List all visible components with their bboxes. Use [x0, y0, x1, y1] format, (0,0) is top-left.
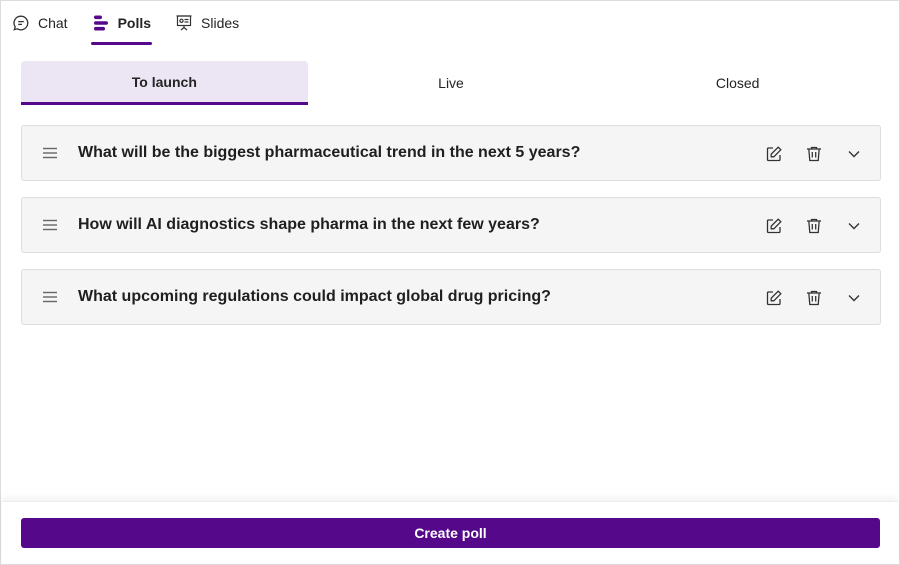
- tab-slides[interactable]: Slides: [174, 1, 240, 45]
- slides-icon: [175, 14, 193, 32]
- polls-panel: Chat Polls Slides To launch Live Closed …: [0, 0, 900, 565]
- chevron-down-icon[interactable]: [842, 286, 866, 310]
- poll-actions: [746, 198, 866, 254]
- trash-icon[interactable]: [802, 142, 826, 166]
- drag-handle-icon[interactable]: [40, 287, 60, 307]
- poll-question: How will AI diagnostics shape pharma in …: [78, 216, 540, 233]
- poll-list: What will be the biggest pharmaceutical …: [21, 125, 881, 341]
- tab-polls[interactable]: Polls: [90, 1, 153, 45]
- tab-chat-label: Chat: [38, 15, 68, 31]
- edit-icon[interactable]: [762, 286, 786, 310]
- poll-actions: [746, 126, 866, 182]
- chat-bubble-icon: [12, 14, 30, 32]
- chevron-down-icon[interactable]: [842, 142, 866, 166]
- trash-icon[interactable]: [802, 286, 826, 310]
- top-tabs: Chat Polls Slides: [11, 1, 262, 45]
- poll-actions: [746, 270, 866, 326]
- drag-handle-icon[interactable]: [40, 215, 60, 235]
- tab-to-launch[interactable]: To launch: [21, 61, 308, 105]
- poll-question: What will be the biggest pharmaceutical …: [78, 144, 581, 161]
- polls-icon: [92, 14, 110, 32]
- poll-item: How will AI diagnostics shape pharma in …: [21, 197, 881, 253]
- footer: Create poll: [2, 501, 898, 563]
- drag-handle-icon[interactable]: [40, 143, 60, 163]
- tab-chat[interactable]: Chat: [11, 1, 69, 45]
- poll-state-tabs: To launch Live Closed: [21, 61, 881, 105]
- poll-item: What upcoming regulations could impact g…: [21, 269, 881, 325]
- tab-slides-label: Slides: [201, 15, 240, 31]
- create-poll-button[interactable]: Create poll: [21, 518, 880, 548]
- chevron-down-icon[interactable]: [842, 214, 866, 238]
- poll-question: What upcoming regulations could impact g…: [78, 288, 551, 305]
- poll-item: What will be the biggest pharmaceutical …: [21, 125, 881, 181]
- edit-icon[interactable]: [762, 142, 786, 166]
- tab-live[interactable]: Live: [308, 61, 595, 105]
- trash-icon[interactable]: [802, 214, 826, 238]
- edit-icon[interactable]: [762, 214, 786, 238]
- tab-polls-label: Polls: [117, 15, 152, 31]
- tab-closed[interactable]: Closed: [594, 61, 881, 105]
